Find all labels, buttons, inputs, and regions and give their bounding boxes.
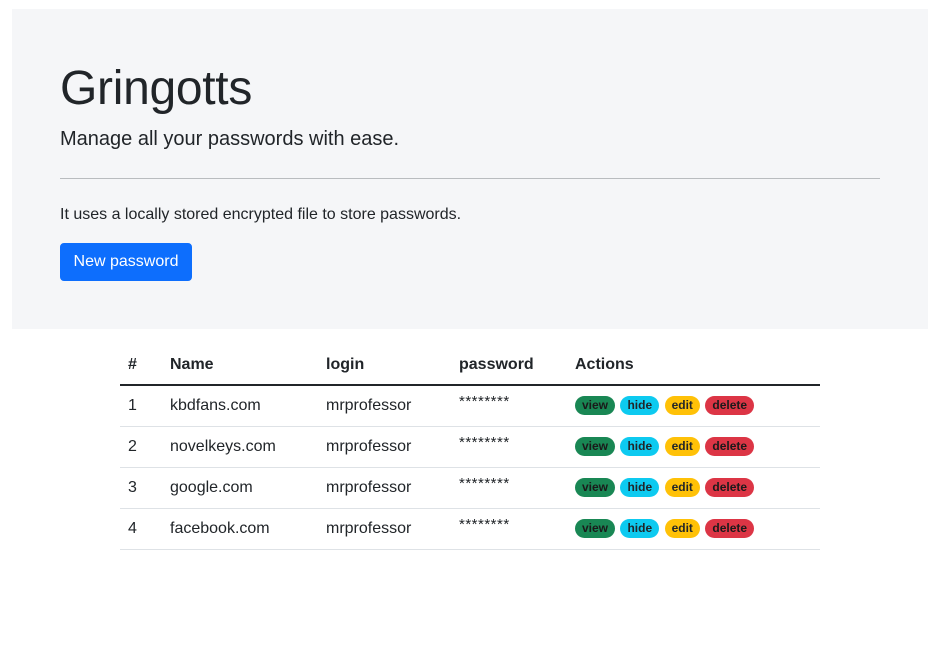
row-password: ******** <box>451 426 567 468</box>
row-login: mrprofessor <box>318 426 451 468</box>
hide-button[interactable]: hide <box>620 478 660 497</box>
view-button[interactable]: view <box>575 396 616 416</box>
column-header-login: login <box>318 345 451 386</box>
table-row: 3 google.com mrprofessor ******** view h… <box>120 467 820 509</box>
table-header-row: # Name login password Actions <box>120 345 820 386</box>
row-name: kbdfans.com <box>162 385 318 427</box>
passwords-table: # Name login password Actions 1 kbdfans.… <box>120 345 820 550</box>
row-actions: view hide edit delete <box>567 385 820 427</box>
masked-password: ******** <box>459 392 510 410</box>
table-row: 1 kbdfans.com mrprofessor ******** view … <box>120 385 820 427</box>
row-login: mrprofessor <box>318 467 451 509</box>
row-number: 4 <box>120 508 162 550</box>
row-number: 2 <box>120 426 162 468</box>
page-title: Gringotts <box>60 62 253 115</box>
row-password: ******** <box>451 508 567 550</box>
divider <box>60 178 880 179</box>
view-button[interactable]: view <box>575 437 616 456</box>
delete-button[interactable]: delete <box>705 519 755 538</box>
masked-password: ******** <box>459 515 510 533</box>
row-name: google.com <box>162 467 318 509</box>
page-description: It uses a locally stored encrypted file … <box>60 206 462 223</box>
edit-button[interactable]: edit <box>664 437 700 456</box>
view-button[interactable]: view <box>575 478 616 497</box>
column-header-password: password <box>451 345 567 386</box>
row-actions: view hide edit delete <box>567 467 820 509</box>
row-login: mrprofessor <box>318 508 451 550</box>
row-actions: view hide edit delete <box>567 426 820 468</box>
row-number: 1 <box>120 385 162 427</box>
edit-button[interactable]: edit <box>664 478 700 497</box>
row-actions: view hide edit delete <box>567 508 820 550</box>
delete-button[interactable]: delete <box>705 396 755 416</box>
hide-button[interactable]: hide <box>620 437 660 456</box>
row-name: novelkeys.com <box>162 426 318 468</box>
row-number: 3 <box>120 467 162 509</box>
new-password-button[interactable]: New password <box>60 243 192 281</box>
edit-button[interactable]: edit <box>664 519 700 538</box>
masked-password: ******** <box>459 474 510 492</box>
column-header-actions: Actions <box>567 345 820 386</box>
view-button[interactable]: view <box>575 519 616 538</box>
column-header-number: # <box>120 345 162 386</box>
masked-password: ******** <box>459 433 510 451</box>
row-password: ******** <box>451 467 567 509</box>
row-name: facebook.com <box>162 508 318 550</box>
row-login: mrprofessor <box>318 385 451 427</box>
delete-button[interactable]: delete <box>705 478 755 497</box>
table-row: 4 facebook.com mrprofessor ******** view… <box>120 508 820 550</box>
column-header-name: Name <box>162 345 318 386</box>
hide-button[interactable]: hide <box>620 519 660 538</box>
edit-button[interactable]: edit <box>664 396 700 416</box>
delete-button[interactable]: delete <box>705 437 755 456</box>
page-lead: Manage all your passwords with ease. <box>60 128 400 150</box>
row-password: ******** <box>451 385 567 427</box>
hide-button[interactable]: hide <box>620 396 660 416</box>
jumbotron: Gringotts Manage all your passwords with… <box>12 9 928 329</box>
table-row: 2 novelkeys.com mrprofessor ******** vie… <box>120 426 820 468</box>
